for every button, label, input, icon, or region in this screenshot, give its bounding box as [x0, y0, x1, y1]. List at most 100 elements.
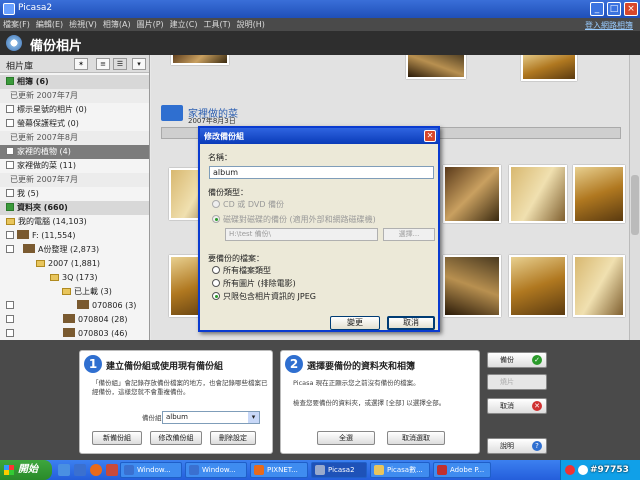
step1-description: 「備份組」會記錄存放備份檔案的地方，也會記錄哪些檔案已經備份，這樣您就不會重複備… [92, 379, 268, 396]
type-option-cd[interactable]: CD 或 DVD 備份 [212, 199, 284, 210]
folder-item[interactable]: F: (11,554) [0, 229, 149, 243]
folder-item[interactable]: 已上載 (3) [0, 285, 149, 299]
vertical-scrollbar[interactable] [629, 55, 640, 340]
menu-album[interactable]: 相簿(A) [100, 18, 134, 31]
star-filter-icon[interactable]: ✶ [74, 58, 88, 70]
new-backup-set-button[interactable]: 新備份組 [92, 431, 142, 445]
dialog-close-icon[interactable]: ✕ [424, 130, 436, 142]
scrollbar-thumb[interactable] [631, 175, 639, 235]
photo-thumbnail[interactable] [573, 255, 625, 317]
start-button[interactable]: 開始 [0, 460, 52, 480]
photo-thumbnail[interactable] [573, 165, 625, 223]
x-icon: ✕ [532, 401, 542, 411]
checkbox[interactable] [6, 147, 14, 155]
ie-icon[interactable] [74, 464, 86, 476]
desktop-icon[interactable] [58, 464, 70, 476]
menu-file[interactable]: 檔案(F) [0, 18, 33, 31]
menu-tools[interactable]: 工具(T) [200, 18, 233, 31]
photo-thumbnail[interactable] [406, 55, 466, 79]
app-icon[interactable] [106, 464, 118, 476]
maximize-button[interactable]: □ [607, 2, 621, 16]
backup-set-label: 備份組 [142, 414, 162, 422]
radio-button [212, 215, 220, 223]
checkbox[interactable] [6, 161, 14, 169]
album-item-selected[interactable]: 家裡的植物 (4) [0, 145, 149, 159]
taskbar-item[interactable]: Adobe P... [433, 462, 491, 478]
folder-icon [50, 274, 59, 281]
minimize-button[interactable]: _ [590, 2, 604, 16]
folder-item[interactable]: 070806 (3) [0, 299, 149, 313]
close-button[interactable]: × [624, 2, 638, 16]
photo-thumbnail[interactable] [521, 55, 577, 81]
folder-thumb-icon [63, 314, 75, 323]
menu-create[interactable]: 建立(C) [167, 18, 201, 31]
menu-edit[interactable]: 編輯(E) [33, 18, 66, 31]
photo-thumbnail[interactable] [443, 255, 501, 317]
album-item[interactable]: 標示星號的相片 (0) [0, 103, 149, 117]
tray-icon[interactable] [578, 465, 588, 475]
folders-section[interactable]: 資料夾 (660) [0, 201, 149, 215]
folder-icon [62, 288, 71, 295]
folder-item[interactable]: 2007 (1,881) [0, 257, 149, 271]
taskbar-item[interactable]: PIXNET... [250, 462, 308, 478]
step-number: 1 [84, 355, 102, 373]
backup-path-input[interactable]: H:\test 備份\ [225, 228, 378, 241]
folder-item[interactable]: 3Q (173) [0, 271, 149, 285]
backup-disc-icon [6, 35, 22, 51]
cancel-button[interactable]: 取消 ✕ [487, 398, 547, 414]
change-button[interactable]: 變更 [330, 316, 380, 330]
backup-button[interactable]: 備份 ✓ [487, 352, 547, 368]
folder-item[interactable]: 070804 (28) [0, 313, 149, 327]
delete-set-button[interactable]: 刪除設定 [210, 431, 256, 445]
step2-description-1: Picasa 現在正顯示您之前沒有備份的檔案。 [293, 379, 420, 387]
backup-set-select[interactable]: album ▾ [162, 411, 260, 424]
file-option-jpeg[interactable]: 只限包含相片資訊的 JPEG [212, 291, 316, 302]
menu-help[interactable]: 說明(H) [234, 18, 268, 31]
firefox-icon[interactable] [90, 464, 102, 476]
menu-picture[interactable]: 圖片(P) [134, 18, 167, 31]
step2-description-2: 檢查您要備份的資料夾，或選擇 [全部] 以選擇全部。 [293, 399, 446, 407]
folder-item[interactable]: 070803 (46) [0, 327, 149, 340]
backup-name-input[interactable]: album [209, 166, 434, 179]
check-icon: ✓ [532, 355, 542, 365]
deselect-button[interactable]: 取消選取 [387, 431, 445, 445]
file-option-all[interactable]: 所有檔案類型 [212, 265, 271, 276]
file-option-pictures[interactable]: 所有圖片 (排除電影) [212, 278, 296, 289]
albums-section[interactable]: 相簿 (6) [0, 75, 149, 89]
taskbar-item-active[interactable]: Picasa2 [311, 462, 367, 478]
photo-thumbnail[interactable] [171, 55, 229, 65]
photo-thumbnail[interactable] [509, 255, 567, 317]
edit-backup-set-button[interactable]: 修改備份組 [150, 431, 202, 445]
checkbox[interactable] [6, 189, 14, 197]
help-button[interactable]: 說明? [487, 438, 547, 454]
taskbar-item[interactable]: Window... [120, 462, 182, 478]
taskbar-item[interactable]: Picasa數... [370, 462, 430, 478]
album-item[interactable]: 家裡做的菜 (11) [0, 159, 149, 173]
taskbar-item[interactable]: Window... [185, 462, 247, 478]
photo-thumbnail[interactable] [509, 165, 567, 223]
album-item[interactable]: 我 (5) [0, 187, 149, 201]
dropdown-chevron-icon[interactable]: ▾ [132, 58, 146, 70]
backup-steps-panel: 1 建立備份組或使用現有備份組 「備份組」會記錄存放備份檔案的地方，也會記錄哪些… [0, 340, 640, 460]
dialog-cancel-button[interactable]: 取消 [387, 316, 435, 330]
step2-title: 選擇要備份的資料夾和相簿 [307, 362, 416, 372]
checkbox[interactable] [6, 119, 14, 127]
checkbox[interactable] [6, 105, 14, 113]
menu-view[interactable]: 檢視(V) [66, 18, 100, 31]
burn-button[interactable]: 燒片 [487, 374, 547, 390]
library-label: 相片庫 [6, 62, 34, 72]
photo-thumbnail[interactable] [443, 165, 501, 223]
select-all-button[interactable]: 全選 [317, 431, 375, 445]
browse-button[interactable]: 選擇... [383, 228, 435, 241]
date-header: 已更新 2007年7月 [0, 173, 149, 187]
album-item[interactable]: 螢幕保護程式 (0) [0, 117, 149, 131]
list-view-icon[interactable]: ≡ [96, 58, 110, 70]
type-option-disk[interactable]: 磁碟對磁碟的備份 (適用外部和網路磁碟機) [212, 214, 376, 225]
dialog-title-bar: 修改備份組 ✕ [200, 128, 438, 144]
tree-view-icon[interactable]: ☰ [113, 58, 127, 70]
folder-item[interactable]: A份整理 (2,873) [0, 243, 149, 257]
folder-item[interactable]: 我的電腦 (14,103) [0, 215, 149, 229]
name-label: 名稱： [208, 153, 232, 162]
tray-icon[interactable] [565, 465, 575, 475]
library-header: 相片庫 ✶ ≡ ☰ ▾ [0, 55, 149, 73]
